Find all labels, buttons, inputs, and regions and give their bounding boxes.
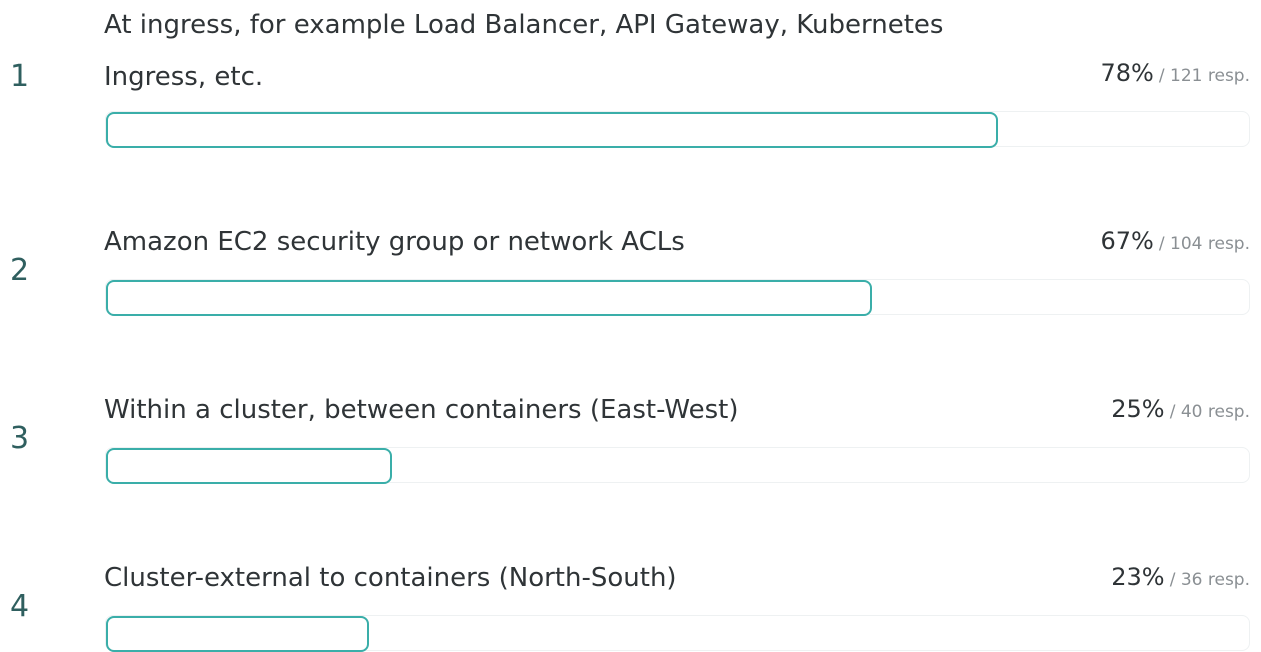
response-count: / 121 resp.	[1158, 66, 1250, 86]
rank-number: 2	[10, 253, 30, 288]
result-stats: 23% / 36 resp.	[1111, 565, 1250, 589]
progress-fill	[106, 112, 998, 148]
option-label: Within a cluster, between containers (Ea…	[104, 395, 739, 425]
rank-number: 1	[10, 59, 30, 94]
option-label: At ingress, for example Load Balancer, A…	[104, 10, 944, 92]
option-label: Amazon EC2 security group or network ACL…	[104, 227, 685, 257]
result-stats: 67% / 104 resp.	[1100, 229, 1250, 253]
progress-fill	[106, 616, 369, 652]
response-count: / 36 resp.	[1169, 570, 1250, 590]
progress-track	[105, 279, 1250, 316]
progress-track	[105, 447, 1250, 484]
result-stats: 25% / 40 resp.	[1111, 397, 1250, 421]
progress-fill	[106, 280, 872, 316]
response-count: / 104 resp.	[1158, 234, 1250, 254]
percent-value: 78%	[1100, 59, 1154, 87]
percent-value: 67%	[1100, 227, 1154, 255]
rank-number: 3	[10, 421, 30, 456]
percent-value: 23%	[1111, 563, 1165, 591]
progress-track	[105, 111, 1250, 148]
rank-number: 4	[10, 589, 30, 624]
percent-value: 25%	[1111, 395, 1165, 423]
result-stats: 78% / 121 resp.	[1100, 61, 1250, 85]
progress-fill	[106, 448, 392, 484]
option-label: Cluster-external to containers (North-So…	[104, 563, 677, 593]
response-count: / 40 resp.	[1169, 402, 1250, 422]
progress-track	[105, 615, 1250, 652]
